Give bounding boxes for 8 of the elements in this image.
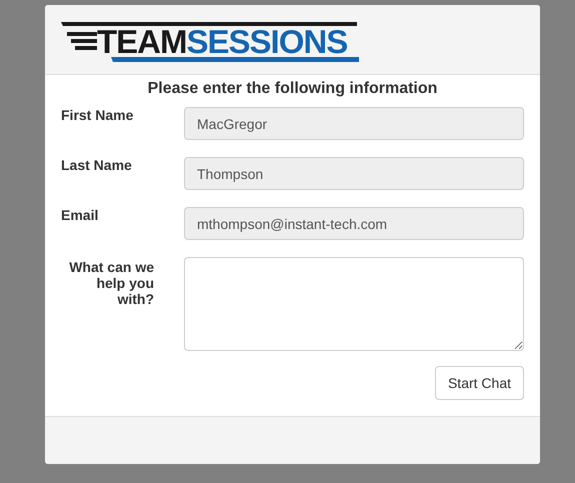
field-label: Last Name (61, 157, 132, 173)
start-chat-button[interactable]: Start Chat (434, 366, 524, 400)
message-field[interactable] (184, 257, 524, 351)
field-label: What can we help you with? (69, 259, 154, 307)
field-label: Email (61, 207, 98, 223)
field-label: First Name (61, 107, 134, 123)
logo: TEAMSESSIONS (61, 16, 361, 64)
form-heading: Please enter the following information (146, 79, 438, 99)
